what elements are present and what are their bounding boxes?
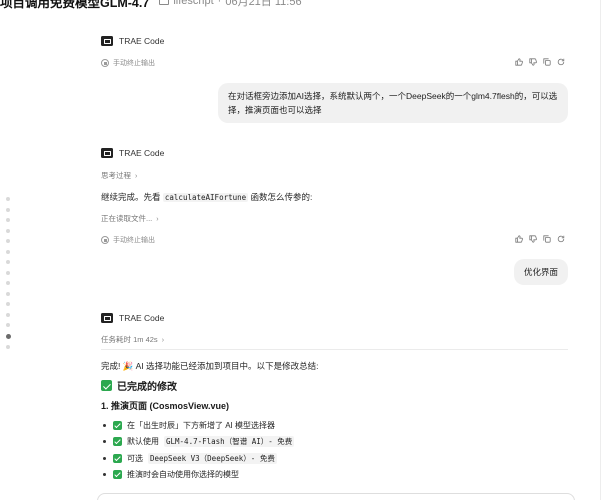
conversation-date: 06月21日 11:56: [225, 0, 302, 8]
nav-dot[interactable]: [6, 249, 10, 254]
bullet-dot: [103, 423, 106, 427]
nav-dot[interactable]: [6, 197, 10, 201]
stop-output-row: 手动终止输出: [101, 58, 155, 68]
nav-dot[interactable]: [6, 291, 10, 296]
chevron-right-icon: ›: [161, 337, 165, 344]
inline-code: DeepSeek V3（DeepSeek）- 免费: [148, 452, 277, 464]
text-suffix: 函数怎么传参的:: [250, 192, 313, 202]
trae-logo-icon: [101, 313, 113, 323]
trae-logo-icon: [101, 36, 113, 46]
nav-dot[interactable]: [6, 260, 10, 264]
thumbs-down-icon[interactable]: [529, 235, 537, 243]
nav-dot[interactable]: [6, 281, 10, 285]
nav-dot[interactable]: [6, 239, 10, 243]
check-icon: [113, 453, 122, 463]
change-list: 在「出生时辰」下方新增了 AI 模型选择器 默认使用 GLM-4.7-Flash…: [103, 417, 295, 484]
assistant-header: TRAE Code: [101, 148, 164, 158]
assistant-text: 继续完成。先看 calculateAIFortune 函数怎么传参的:: [101, 191, 312, 203]
chevron-right-icon: ›: [156, 216, 159, 223]
nav-dot[interactable]: [6, 207, 10, 212]
item-text: 可选: [127, 453, 143, 463]
reading-label: 正在读取文件...: [101, 214, 153, 223]
message-nav-dots[interactable]: [5, 197, 11, 349]
nav-dot[interactable]: [6, 270, 10, 275]
assistant-header: TRAE Code: [101, 36, 164, 46]
item-text: 推演时会自动使用你选择的模型: [127, 470, 239, 480]
conversation-title: 项目调用免费模型GLM-4.7: [0, 0, 150, 10]
nav-dot[interactable]: [6, 345, 10, 349]
refresh-icon[interactable]: [557, 58, 565, 66]
user-message-bubble: 优化界面: [513, 259, 568, 285]
check-icon: [113, 420, 122, 430]
conversation-header: 项目调用免费模型GLM-4.7 lifescript · 06月21日 11:5…: [0, 0, 603, 11]
user-message-bubble: 在对话框旁边添加AI选择，系统默认两个，一个DeepSeek的一个glm4.7f…: [218, 83, 568, 123]
elapsed-label: 任务耗时 1m 42s: [101, 335, 158, 344]
section-title-text: 已完成的修改: [117, 382, 177, 393]
trae-logo-icon: [101, 148, 113, 158]
check-icon: [113, 470, 122, 480]
list-item: 推演时会自动使用你选择的模型: [103, 467, 294, 484]
nav-dot[interactable]: [6, 323, 10, 327]
text-prefix: 继续完成。先看: [101, 192, 161, 202]
done-intro: 完成! 🎉 AI 选择功能已经添加到项目中。以下是修改总结:: [101, 361, 319, 371]
thumbs-up-icon[interactable]: [515, 235, 523, 243]
thinking-toggle[interactable]: 思考过程 ›: [101, 170, 137, 181]
conversation-meta: lifescript · 06月21日 11:56: [159, 0, 302, 9]
inline-code: calculateAIFortune: [162, 193, 249, 202]
item-text: 在「出生时辰」下方新增了 AI 模型选择器: [127, 420, 276, 430]
reading-file-status[interactable]: 正在读取文件... ›: [101, 213, 159, 224]
inline-code: GLM-4.7-Flash（智谱 AI）- 免费: [164, 436, 295, 448]
check-icon: [101, 380, 112, 391]
nav-dot[interactable]: [6, 218, 10, 222]
folder-icon: [159, 0, 170, 5]
divider: [101, 349, 568, 350]
refresh-icon[interactable]: [557, 235, 565, 243]
task-elapsed-toggle[interactable]: 任务耗时 1m 42s ›: [101, 334, 164, 345]
nav-dot-active[interactable]: [5, 333, 11, 339]
list-item: 可选 DeepSeek V3（DeepSeek）- 免费: [103, 450, 294, 467]
assistant-name: TRAE Code: [119, 148, 165, 158]
thumbs-down-icon[interactable]: [529, 58, 537, 66]
bullet-dot: [103, 440, 106, 444]
nav-dot[interactable]: [6, 228, 10, 233]
bullet-dot: [103, 473, 106, 477]
meta-separator: ·: [217, 0, 222, 7]
chat-input-box[interactable]: [97, 493, 575, 500]
item-text: 默认使用: [127, 437, 159, 447]
sub-title: 1. 推演页面 (CosmosView.vue): [101, 401, 230, 411]
thumbs-up-icon[interactable]: [515, 58, 523, 66]
bullet-dot: [103, 456, 106, 460]
stop-output-label: 手动终止输出: [113, 237, 155, 244]
list-item: 在「出生时辰」下方新增了 AI 模型选择器: [103, 417, 294, 434]
message-actions: [515, 235, 565, 243]
assistant-header: TRAE Code: [101, 313, 164, 323]
chat-page: 项目调用免费模型GLM-4.7 lifescript · 06月21日 11:5…: [0, 0, 603, 500]
stop-output-label: 手动终止输出: [113, 60, 155, 67]
stop-icon: [101, 59, 109, 67]
assistant-name: TRAE Code: [119, 36, 165, 46]
section-title: 已完成的修改: [101, 378, 177, 393]
message-actions: [515, 58, 565, 66]
assistant-name: TRAE Code: [119, 313, 165, 323]
scrollbar-track[interactable]: [600, 0, 601, 500]
author-name[interactable]: lifescript: [173, 0, 213, 7]
thinking-label: 思考过程: [101, 171, 131, 180]
stop-output-row: 手动终止输出: [101, 235, 155, 245]
list-item: 默认使用 GLM-4.7-Flash（智谱 AI）- 免费: [103, 434, 295, 451]
nav-dot[interactable]: [6, 312, 10, 317]
copy-icon[interactable]: [543, 235, 551, 243]
nav-dot[interactable]: [6, 302, 10, 306]
copy-icon[interactable]: [543, 58, 551, 66]
stop-icon: [101, 236, 109, 244]
chevron-right-icon: ›: [135, 173, 138, 180]
check-icon: [113, 437, 122, 447]
